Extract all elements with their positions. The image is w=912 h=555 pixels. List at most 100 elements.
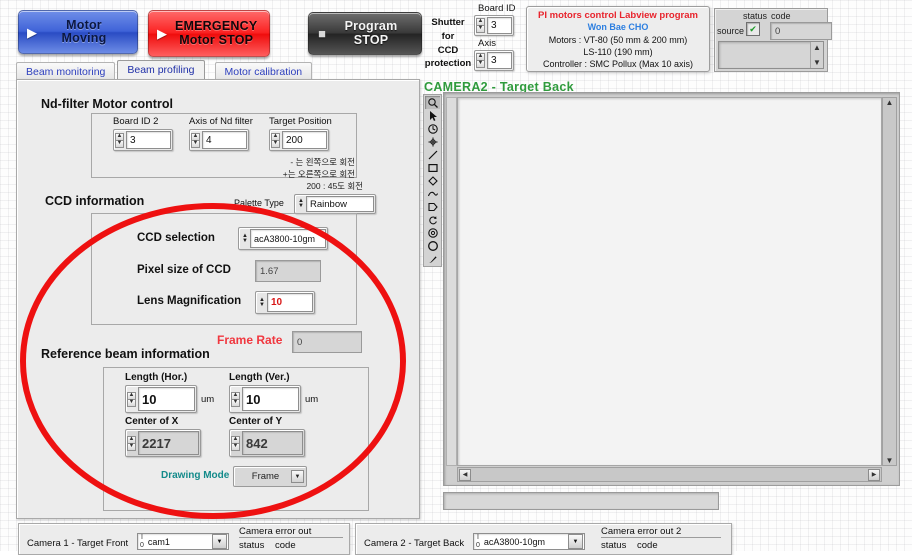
axis-label: Axis [478,38,496,49]
chevron-down-icon[interactable]: ▼ [568,534,583,549]
rectangle-icon[interactable] [425,161,440,174]
camera-horizontal-scrollbar[interactable]: ◀ ▶ [457,467,882,482]
center-y-group: Center of Y ▲ ▼ 842 [229,416,305,457]
oval-icon[interactable] [425,174,440,187]
spinner-icon[interactable]: ▲ ▼ [240,229,250,248]
camera2-label: Camera 2 - Target Back [364,538,465,549]
scroll-left-icon[interactable]: ◀ [459,468,471,481]
pixel-size-indicator: 1.67 [255,260,321,282]
frame-rate-label: Frame Rate [217,333,283,347]
camera1-value: cam1 [147,536,170,547]
length-ver-control[interactable]: ▲ ▼ 10 [229,385,301,413]
zoom-icon[interactable] [425,96,440,110]
nd-filter-section-title: Nd-filter Motor control [41,97,173,111]
polygon-icon[interactable] [425,201,440,214]
scroll-right-icon[interactable]: ▶ [868,468,880,481]
camera1-status-label: status [239,540,265,551]
chevron-down-icon[interactable]: ▼ [212,534,227,549]
center-x-label: Center of X [125,416,179,427]
length-hor-value[interactable]: 10 [138,387,195,411]
crosshair-icon[interactable] [425,135,440,148]
center-y-value[interactable]: 842 [242,431,303,455]
error-source-string: ▲ ▼ [718,41,824,69]
camera1-code-label: code [275,540,296,551]
drawing-mode-combo[interactable]: Frame ▼ [233,466,307,487]
camera1-select[interactable]: I0 cam1 ▼ [137,533,229,550]
camera2-select[interactable]: I0 acA3800-10gm ▼ [473,533,585,550]
center-y-label: Center of Y [229,416,283,427]
length-hor-unit: um [201,393,215,405]
program-stop-button[interactable]: ■ Program STOP [308,12,422,55]
circle-icon[interactable] [425,240,440,253]
nd-target-control[interactable]: ▲ ▼ 200 [269,129,329,151]
spinner-icon[interactable]: ▲ ▼ [257,293,267,312]
cursor-icon[interactable] [425,109,440,122]
lens-magnification-value[interactable]: 10 [267,293,313,312]
line-icon[interactable] [425,148,440,161]
tab-label: Beam profiling [127,64,195,76]
emergency-label-line2: Motor STOP [179,32,254,47]
spinner-icon[interactable]: ▲ ▼ [127,387,136,411]
ccd-information-section-title: CCD information [45,194,145,208]
center-x-value[interactable]: 2217 [138,431,199,455]
emergency-motor-stop-button[interactable]: ▶ EMERGENCY Motor STOP [148,10,270,57]
scrollbar-vertical[interactable]: ▲ ▼ [810,42,823,68]
nd-note-left: - 는 왼쪽으로 회전 [290,157,355,167]
beam-profiling-panel: Nd-filter Motor control Board ID 2 ▲ ▼ 3 … [16,79,420,519]
nd-target-value[interactable]: 200 [282,131,327,149]
program-info-author: Won Bae CHO [587,21,649,32]
palette-type-value[interactable]: Rainbow [306,196,374,212]
spinner-icon[interactable]: ▲ ▼ [271,131,280,149]
camera1-panel: Camera 1 - Target Front I0 cam1 ▼ Camera… [18,523,350,555]
spinner-icon[interactable]: ▲ ▼ [476,17,485,34]
play-triangle-icon: ▶ [27,24,37,40]
rotate-icon[interactable] [425,214,440,227]
divider [601,537,721,538]
tab-beam-profiling[interactable]: Beam profiling [117,60,205,81]
nd-board-id-control[interactable]: ▲ ▼ 3 [113,129,173,151]
center-y-control[interactable]: ▲ ▼ 842 [229,429,305,457]
lens-magnification-control[interactable]: ▲ ▼ 10 [255,291,315,314]
center-x-group: Center of X ▲ ▼ 2217 [125,416,201,457]
ccd-selection-control[interactable]: ▲ ▼ acA3800-10gm [238,227,328,250]
nd-axis-value[interactable]: 4 [202,131,247,149]
length-ver-value[interactable]: 10 [242,387,299,411]
program-info-motors2: LS-110 (190 mm) [583,46,653,57]
length-hor-control[interactable]: ▲ ▼ 10 [125,385,197,413]
camera-vertical-scrollbar[interactable]: ▲ ▼ [882,97,897,466]
spinner-icon[interactable]: ▲ ▼ [476,52,485,69]
spinner-icon[interactable]: ▲ ▼ [115,131,124,149]
shutter-axis-value[interactable]: 3 [487,52,512,69]
spinner-icon[interactable]: ▲ ▼ [231,431,240,455]
spinner-icon[interactable]: ▲ ▼ [296,196,306,212]
shutter-board-id-control[interactable]: ▲ ▼ 3 [474,15,514,36]
length-ver-label: Length (Ver.) [229,372,290,383]
stop-square-icon: ■ [318,26,326,41]
camera-image-canvas[interactable] [457,97,882,466]
palette-type-ring[interactable]: ▲ ▼ Rainbow [294,194,376,214]
spinner-icon[interactable]: ▲ ▼ [127,431,136,455]
scroll-up-icon[interactable]: ▲ [886,98,894,107]
io-name-icon: I0 [476,534,480,549]
spinner-icon[interactable]: ▲ ▼ [231,387,240,411]
scroll-down-icon[interactable]: ▼ [886,456,894,465]
chevron-down-icon[interactable]: ▼ [291,470,304,483]
nd-axis-control[interactable]: ▲ ▼ 4 [189,129,249,151]
reference-beam-section-title: Reference beam information [41,347,210,361]
shutter-axis-control[interactable]: ▲ ▼ 3 [474,50,514,71]
center-x-control[interactable]: ▲ ▼ 2217 [125,429,201,457]
spinner-icon[interactable]: ▲ ▼ [191,131,200,149]
shutter-board-id-value[interactable]: 3 [487,17,512,34]
freehand-icon[interactable] [425,188,440,201]
emergency-label-line1: EMERGENCY [175,19,258,33]
brush-icon[interactable] [425,253,440,266]
nd-target-position-group: Target Position ▲ ▼ 200 [269,116,332,151]
annulus-icon[interactable] [425,227,440,240]
pan-icon[interactable] [425,122,440,135]
nd-axis-label: Axis of Nd filter [189,116,253,127]
shutter-axis-group: Axis ▲ ▼ 3 [474,38,514,71]
nd-board-id-value[interactable]: 3 [126,131,171,149]
ccd-selection-value[interactable]: acA3800-10gm [250,229,326,248]
motor-moving-button[interactable]: ▶ Motor Moving [18,10,138,54]
nd-filter-rotation-notes: - 는 왼쪽으로 회전 +는 오른쪽으로 회전 [267,156,355,181]
